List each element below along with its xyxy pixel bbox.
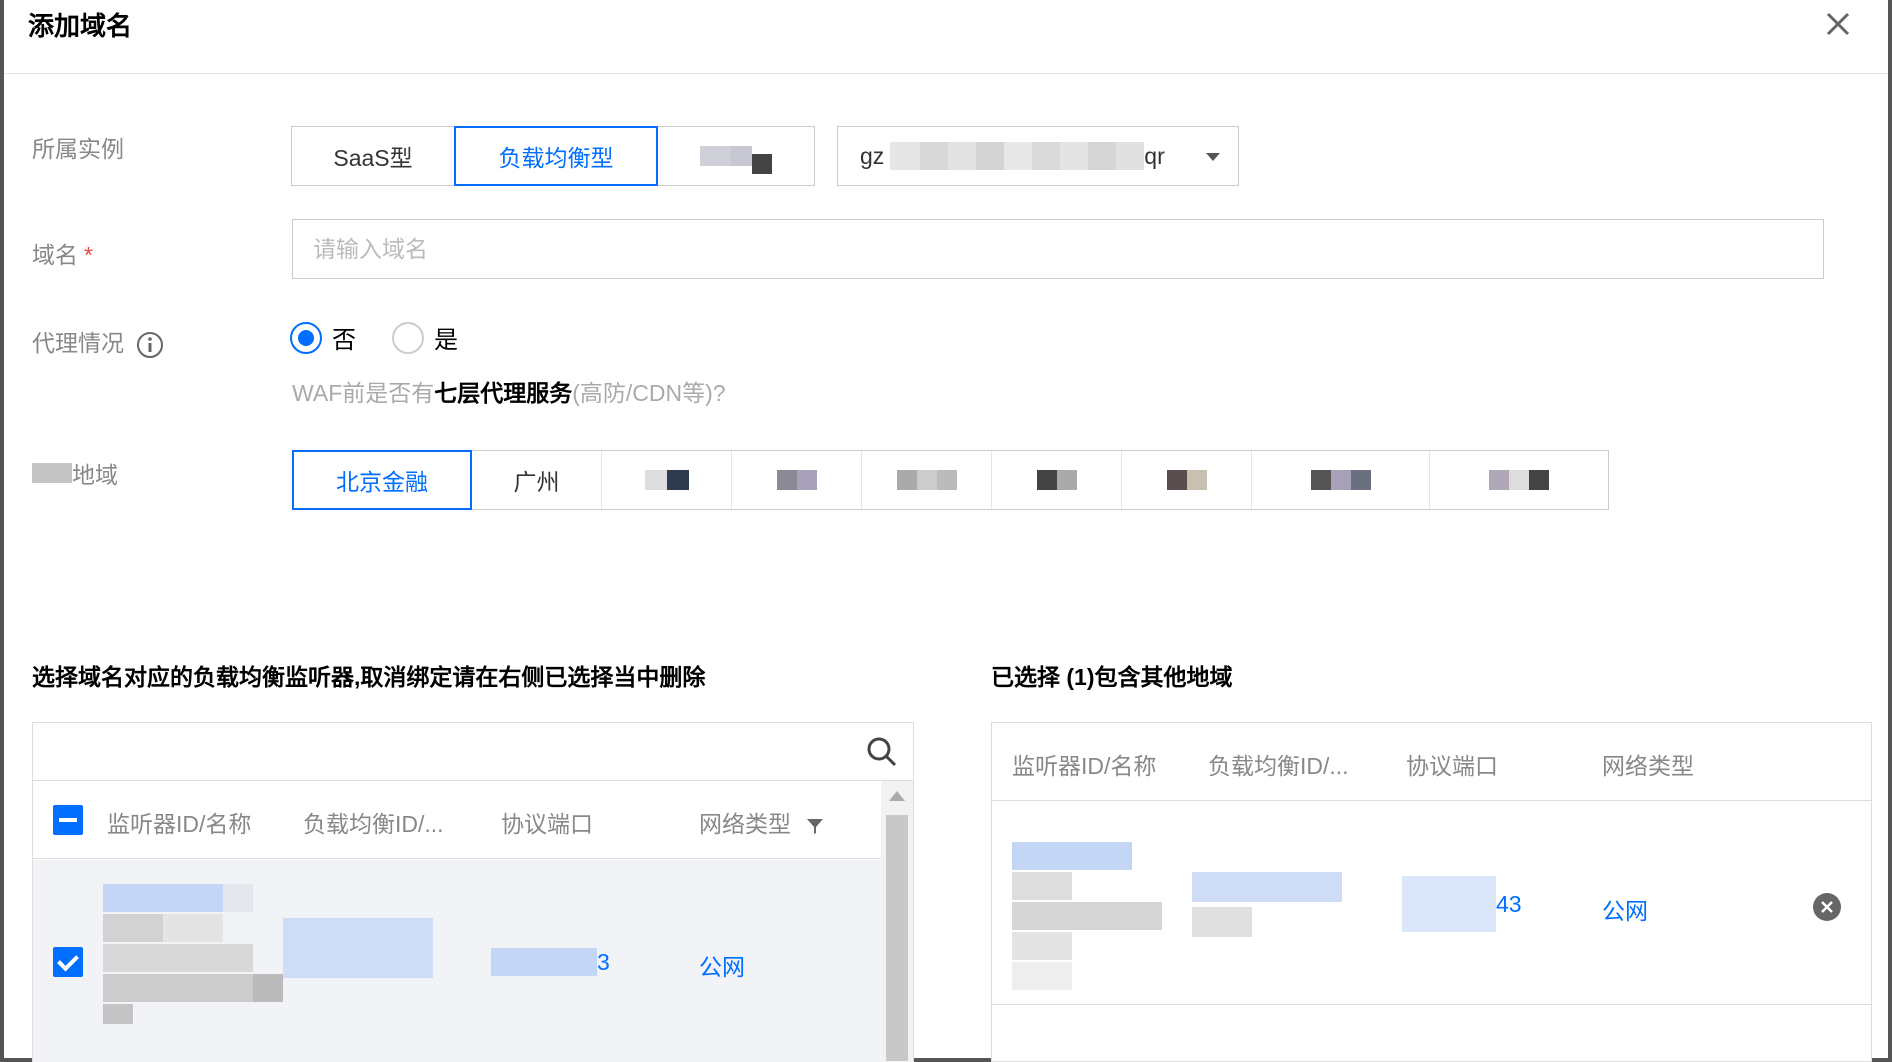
clb-id-masked <box>1192 872 1342 942</box>
selected-listeners-panel: 监听器ID/名称 负载均衡ID/... 协议端口 网络类型 43 公网 <box>991 722 1872 1062</box>
col-listener-id: 监听器ID/名称 <box>107 811 252 837</box>
add-domain-dialog: 添加域名 所属实例 SaaS型 负载均衡型 gz qr 域名 * 请输入域名 代… <box>0 0 1892 1062</box>
protocol-port-cell: 43 <box>1402 876 1522 932</box>
network-type-link[interactable]: 公网 <box>699 948 745 982</box>
instance-select[interactable]: gz qr <box>837 126 1239 186</box>
dialog-title: 添加域名 <box>28 11 133 41</box>
region-masked-4[interactable] <box>992 451 1122 509</box>
select-all-checkbox[interactable] <box>53 805 83 835</box>
listener-search-bar[interactable] <box>33 723 913 781</box>
hint-prefix: WAF前是否有 <box>292 380 435 406</box>
region-label: 地域 <box>32 456 118 490</box>
protocol-port-link[interactable]: 43 <box>1496 891 1522 918</box>
listener-table-header: 监听器ID/名称 负载均衡ID/... 协议端口 网络类型 <box>33 781 913 859</box>
right-section-title: 已选择 (1)包含其他地域 <box>991 664 1233 690</box>
instance-select-prefix: gz <box>860 142 885 169</box>
instance-label: 所属实例 <box>32 136 124 162</box>
caret-down-icon <box>1206 153 1220 161</box>
proxy-label-text: 代理情况 <box>32 330 124 356</box>
region-label-masked <box>32 463 72 483</box>
col-clb-id: 负载均衡ID/... <box>303 811 444 837</box>
proxy-label: 代理情况 <box>32 324 164 359</box>
region-masked-7[interactable] <box>1430 451 1608 509</box>
region-masked-5[interactable] <box>1122 451 1252 509</box>
close-icon[interactable] <box>1818 4 1858 44</box>
proxy-radio-group: 否 是 <box>290 320 494 355</box>
col-protocol-port: 协议端口 <box>1406 753 1498 779</box>
col-protocol-port: 协议端口 <box>501 811 593 837</box>
instance-type-segment: SaaS型 负载均衡型 <box>291 126 815 186</box>
domain-input[interactable] <box>292 219 1824 279</box>
search-icon[interactable] <box>865 735 899 769</box>
left-section-title: 选择域名对应的负载均衡监听器,取消绑定请在右侧已选择当中删除 <box>32 664 706 690</box>
scroll-thumb[interactable] <box>886 815 908 1061</box>
domain-label-text: 域名 <box>32 242 78 268</box>
region-masked-2[interactable] <box>732 451 862 509</box>
col-listener-id: 监听器ID/名称 <box>1012 753 1157 779</box>
clb-id-masked <box>283 918 433 983</box>
region-beijing-finance[interactable]: 北京金融 <box>292 450 472 510</box>
filter-icon[interactable] <box>805 816 825 836</box>
protocol-port-link[interactable]: 3 <box>597 949 610 976</box>
region-masked-3[interactable] <box>862 451 992 509</box>
scrollbar[interactable] <box>881 781 913 1061</box>
table-row: 43 公网 <box>992 802 1871 1005</box>
domain-label: 域名 * <box>32 236 93 270</box>
instance-type-clb[interactable]: 负载均衡型 <box>454 126 658 186</box>
hint-bold: 七层代理服务 <box>434 380 573 406</box>
info-icon[interactable] <box>136 331 164 359</box>
instance-type-saas[interactable]: SaaS型 <box>291 126 455 186</box>
selected-table-header: 监听器ID/名称 负载均衡ID/... 协议端口 网络类型 <box>992 723 1871 801</box>
region-masked-6[interactable] <box>1252 451 1430 509</box>
col-network-type: 网络类型 <box>699 805 825 839</box>
dialog-header: 添加域名 <box>4 0 1888 74</box>
scroll-up-icon[interactable] <box>889 791 905 801</box>
hint-suffix: (高防/CDN等)? <box>572 380 726 406</box>
listener-picker-panel: 监听器ID/名称 负载均衡ID/... 协议端口 网络类型 3 公网 <box>32 722 914 1062</box>
radio-unchecked[interactable] <box>392 321 424 354</box>
required-mark: * <box>84 242 93 268</box>
proxy-option-no-label: 否 <box>332 327 356 354</box>
col-network-type: 网络类型 <box>1602 753 1694 779</box>
col-clb-id: 负载均衡ID/... <box>1208 753 1349 779</box>
instance-select-suffix: qr <box>1144 142 1165 169</box>
region-masked-1[interactable] <box>602 451 732 509</box>
region-segment: 北京金融 广州 <box>292 450 1609 510</box>
proxy-option-no[interactable]: 否 <box>290 320 356 355</box>
table-row[interactable]: 3 公网 <box>33 860 913 1062</box>
col-network-type-label: 网络类型 <box>699 811 791 837</box>
region-label-text: 地域 <box>72 462 118 488</box>
protocol-port-cell: 3 <box>491 948 610 976</box>
instance-type-masked[interactable] <box>657 126 815 186</box>
proxy-option-yes[interactable]: 是 <box>392 320 458 355</box>
proxy-hint: WAF前是否有七层代理服务(高防/CDN等)? <box>292 374 726 408</box>
remove-icon[interactable] <box>1812 892 1842 922</box>
row-checkbox[interactable] <box>53 947 83 977</box>
instance-select-masked <box>890 142 1145 170</box>
network-type-link[interactable]: 公网 <box>1602 892 1648 926</box>
listener-id-masked <box>103 884 283 1024</box>
radio-checked[interactable] <box>290 321 322 354</box>
listener-id-masked <box>1012 842 1162 990</box>
region-guangzhou[interactable]: 广州 <box>472 451 602 509</box>
proxy-option-yes-label: 是 <box>434 327 458 354</box>
